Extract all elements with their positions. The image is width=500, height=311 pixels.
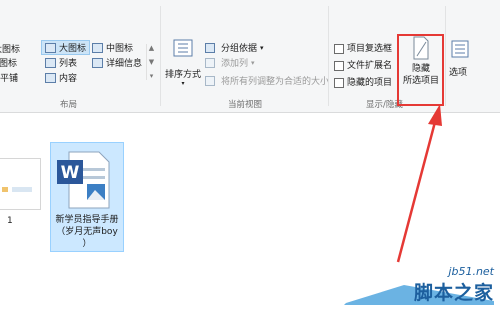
watermark-name: 脚本之家 bbox=[413, 282, 494, 304]
watermark-site: jb51.net bbox=[448, 265, 494, 278]
watermark: jb51.net 脚本之家 bbox=[344, 265, 494, 305]
